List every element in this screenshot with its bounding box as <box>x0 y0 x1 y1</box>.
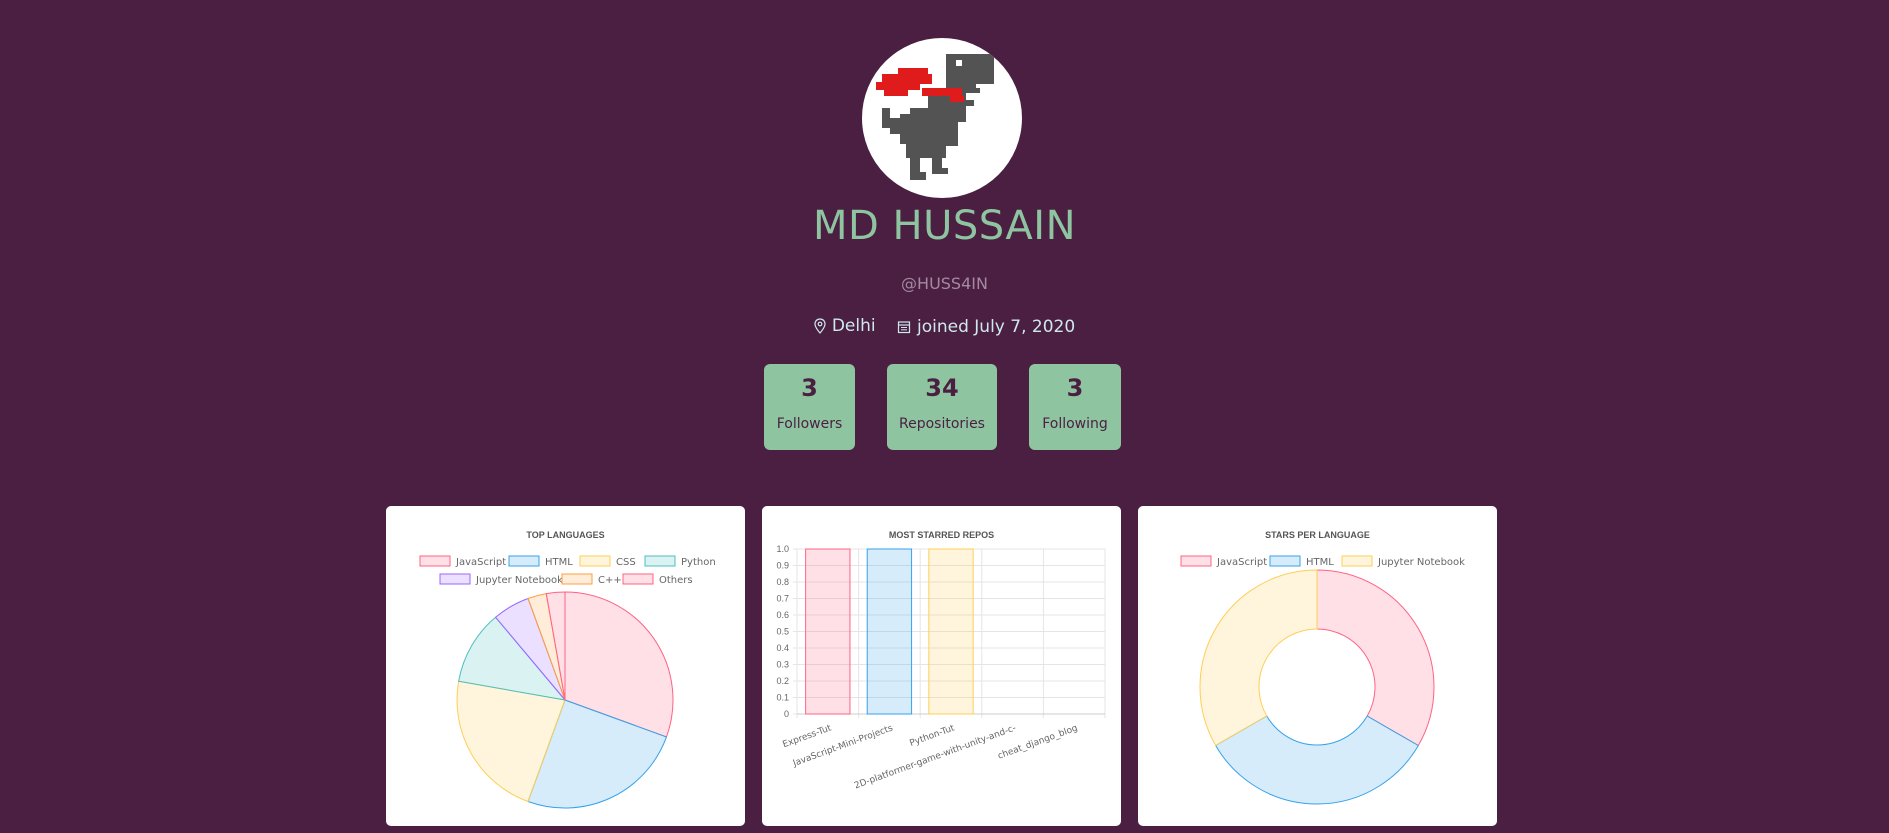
y-tick-label: 1.0 <box>776 544 789 554</box>
bar-python-tut[interactable] <box>928 548 974 715</box>
joined-text: joined July 7, 2020 <box>917 317 1076 337</box>
top-languages-card: TOP LANGUAGES JavaScript HTML CSS Python Jup… <box>386 506 745 826</box>
top-languages-legend-label-python[interactable]: Python <box>681 557 716 568</box>
stars-per-language-slice-javascript[interactable] <box>1316 569 1435 747</box>
top-languages-legend-swatch-c[interactable] <box>561 573 593 585</box>
location: Delhi <box>814 316 876 336</box>
stars-per-language-card: STARS PER LANGUAGE JavaScript HTML Jupyter… <box>1138 506 1497 826</box>
joined-date: joined July 7, 2020 <box>897 317 1075 337</box>
repositories-count: 34 <box>925 374 959 402</box>
stars-per-language-legend-swatch-javascript[interactable] <box>1180 555 1212 567</box>
top-languages-legend-swatch-javascript[interactable] <box>419 555 451 567</box>
calendar-icon <box>897 321 911 334</box>
y-tick-label: 0.6 <box>776 610 789 620</box>
x-tick-label-python-tut: Python-Tut <box>908 723 956 749</box>
bar-express-tut[interactable] <box>805 548 851 715</box>
top-languages-legend-label-css[interactable]: CSS <box>616 557 636 568</box>
stars-per-language-legend-label-javascript[interactable]: JavaScript <box>1216 557 1267 568</box>
y-tick-label: 0.3 <box>776 660 789 670</box>
followers-label: Followers <box>776 416 843 432</box>
y-tick-label: 0.8 <box>776 577 789 587</box>
profile-name: MD HUSSAIN <box>813 203 1076 249</box>
most-starred-card: MOST STARRED REPOS 0 0.1 0.2 0.3 0.4 0.5 0.6 0.… <box>762 506 1121 826</box>
following-label: Following <box>1042 416 1108 432</box>
top-languages-legend-label-javascript[interactable]: JavaScript <box>455 557 506 568</box>
location-text: Delhi <box>831 316 876 336</box>
stars-per-language-legend-swatch-html[interactable] <box>1269 555 1301 567</box>
y-tick-label: 0.5 <box>776 627 789 637</box>
profile-handle[interactable]: @HUSS4IN <box>0 274 1889 293</box>
top-languages-legend-label-others[interactable]: Others <box>659 575 693 586</box>
stars-per-language-legend-label-jupyter-notebook[interactable]: Jupyter Notebook <box>1377 557 1465 568</box>
top-languages-legend-label-html[interactable]: HTML <box>545 557 573 568</box>
top-languages-pie-chart: JavaScript HTML CSS Python Jupyter Notebook C… <box>419 555 716 809</box>
profile-meta: Delhi joined July 7, 2020 <box>0 316 1889 339</box>
following-stat[interactable]: 3 Following <box>1029 364 1121 450</box>
stars-per-language-slice-jupyter-notebook[interactable] <box>1199 569 1318 747</box>
dino-avatar-image <box>876 54 994 180</box>
x-tick-label-express-tut: Express-Tut <box>782 723 834 750</box>
y-tick-label: 0 <box>784 709 789 719</box>
followers-stat[interactable]: 3 Followers <box>764 364 855 450</box>
stars-per-language-doughnut-chart: JavaScript HTML Jupyter Notebook <box>1180 555 1465 805</box>
x-tick-label-javascript-mini-projects: JavaScript-Mini-Projects <box>791 723 895 769</box>
stars-per-language-legend-swatch-jupyter-notebook[interactable] <box>1341 555 1373 567</box>
following-count: 3 <box>1066 374 1084 402</box>
top-languages-legend-swatch-css[interactable] <box>579 555 611 567</box>
repositories-stat[interactable]: 34 Repositories <box>887 364 997 450</box>
y-tick-label: 0.4 <box>776 643 789 653</box>
followers-count: 3 <box>801 374 818 402</box>
avatar <box>862 38 1022 198</box>
repositories-label: Repositories <box>899 416 985 432</box>
most-starred-bar-chart: 0 0.1 0.2 0.3 0.4 0.5 0.6 0.7 0.8 0.9 1.0 Express-T… <box>776 544 1106 791</box>
top-languages-legend-swatch-html[interactable] <box>508 555 540 567</box>
y-tick-label: 0.7 <box>776 594 789 604</box>
top-languages-legend-swatch-jupyter-notebook[interactable] <box>439 573 471 585</box>
map-pin-icon <box>814 318 826 334</box>
bar-javascript-mini-projects[interactable] <box>866 548 913 715</box>
y-tick-label: 0.2 <box>776 676 789 686</box>
top-languages-legend-swatch-python[interactable] <box>644 555 676 567</box>
y-tick-label: 0.1 <box>776 693 789 703</box>
stars-per-language-legend-label-html[interactable]: HTML <box>1306 557 1334 568</box>
top-languages-legend-swatch-others[interactable] <box>622 573 654 585</box>
top-languages-legend-label-c[interactable]: C++ <box>598 575 622 586</box>
top-languages-legend-label-jupyter-notebook[interactable]: Jupyter Notebook <box>475 575 563 586</box>
stars-per-language-slice-html[interactable] <box>1214 715 1420 805</box>
y-tick-label: 0.9 <box>776 561 789 571</box>
